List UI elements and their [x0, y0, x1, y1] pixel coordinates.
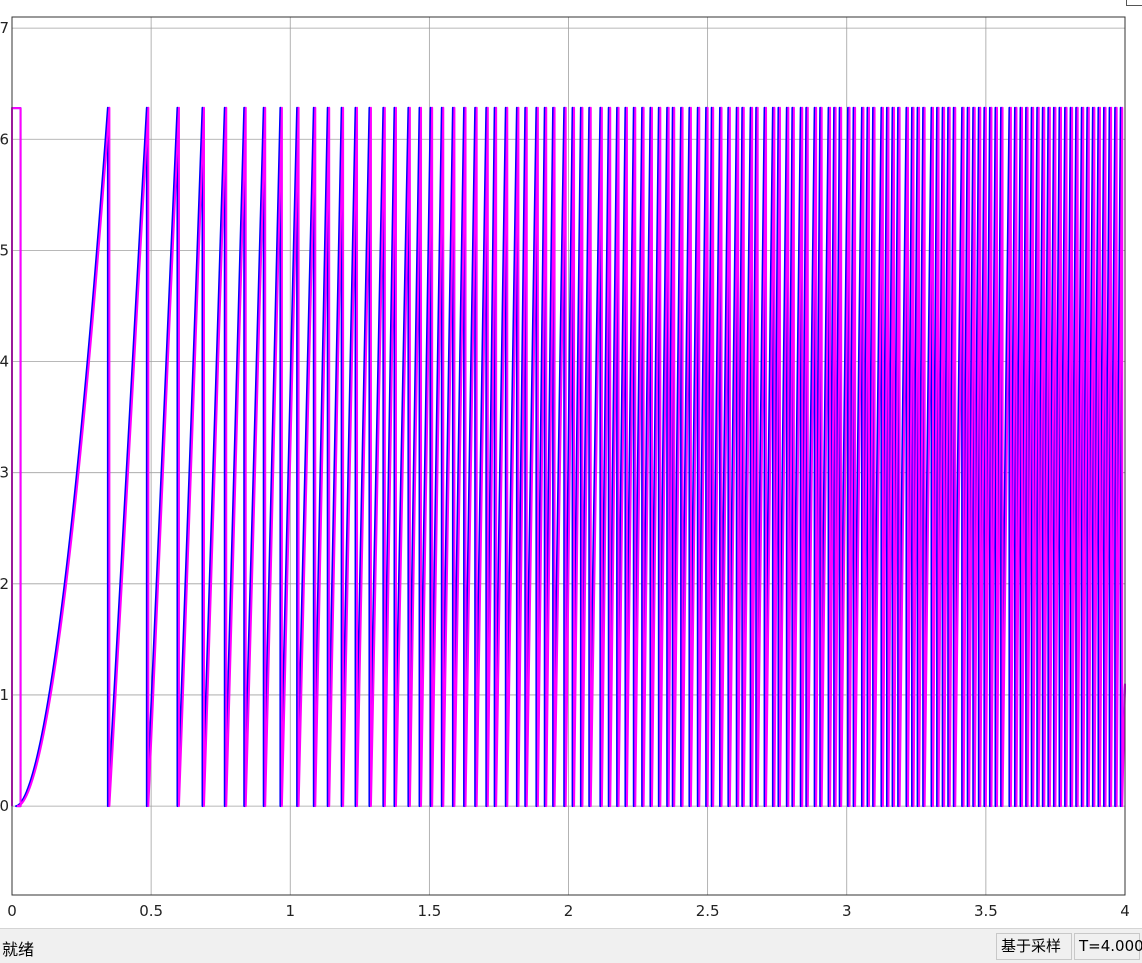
y-tick-label: 5 [0, 241, 9, 259]
sampling-mode-indicator: 基于采样 [996, 933, 1072, 960]
y-tick-label: 2 [0, 575, 9, 593]
x-tick-label: 1.5 [417, 902, 441, 920]
x-tick-label: 4 [1120, 902, 1130, 920]
x-tick-label: 3.5 [974, 902, 998, 920]
window-corner-icon[interactable] [1126, 0, 1142, 6]
chart-svg: 0 0.5 1 1.5 2 2.5 3 3.5 4 0 1 2 3 4 5 6 7 [0, 16, 1130, 920]
x-tick-label: 3 [842, 902, 852, 920]
x-tick-label: 0 [7, 902, 17, 920]
x-tick-label: 1 [285, 902, 295, 920]
y-tick-label: 1 [0, 686, 9, 704]
y-tick-label: 0 [0, 797, 9, 815]
x-tick-label: 0.5 [139, 902, 163, 920]
scope-plot-area: 0 0.5 1 1.5 2 2.5 3 3.5 4 0 1 2 3 4 5 6 7 [0, 0, 1142, 928]
simulation-time-indicator: T=4.000 [1074, 933, 1142, 960]
status-ready-text: 就绪 [2, 940, 35, 959]
x-tick-label: 2.5 [696, 902, 720, 920]
x-tick-label: 2 [564, 902, 574, 920]
y-tick-label: 4 [0, 353, 9, 371]
status-bar: 就绪 基于采样 T=4.000 [0, 928, 1142, 963]
y-tick-label: 7 [0, 19, 9, 37]
y-tick-label: 6 [0, 130, 9, 148]
y-tick-label: 3 [0, 464, 9, 482]
